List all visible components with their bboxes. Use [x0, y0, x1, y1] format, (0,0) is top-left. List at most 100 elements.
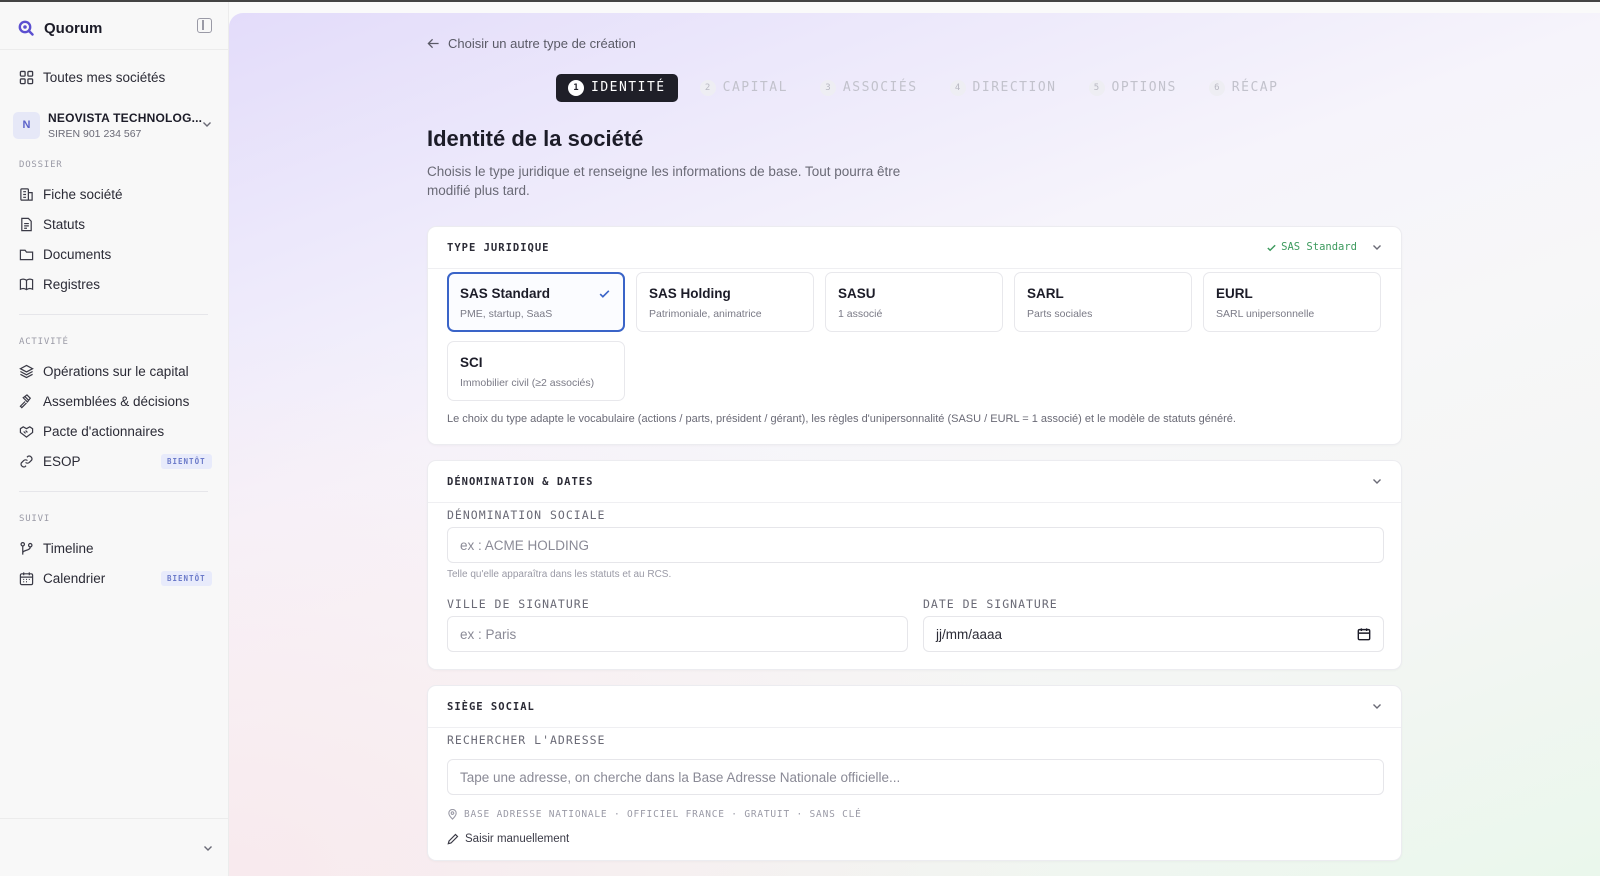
chevron-down-icon[interactable]: [1371, 241, 1383, 253]
selected-type-indicator: SAS Standard: [1266, 241, 1357, 253]
sidebar-item-fiche-societe[interactable]: Fiche société: [19, 183, 123, 205]
layers-icon: [19, 364, 34, 378]
sidebar-item-label: Assemblées & décisions: [43, 393, 190, 409]
quorum-logo-icon: [18, 20, 34, 36]
sidebar-item-all-companies[interactable]: Toutes mes sociétés: [19, 66, 165, 88]
branch-icon: [20, 541, 33, 555]
sidebar-item-registres[interactable]: Registres: [19, 273, 100, 295]
step-number: 3: [819, 79, 836, 96]
page-title: Identité de la société: [427, 126, 644, 151]
step-number: 1: [568, 79, 584, 96]
sidebar-item-documents[interactable]: Documents: [19, 243, 111, 265]
type-option-sci[interactable]: SCI Immobilier civil (≥2 associés): [447, 341, 625, 401]
card-header[interactable]: SIÈGE SOCIAL: [428, 686, 1401, 728]
check-icon: [1267, 244, 1276, 251]
chevron-down-icon: [203, 122, 211, 127]
chevron-down-icon[interactable]: [1371, 700, 1383, 712]
handshake-icon: [19, 425, 34, 438]
type-option-sarl[interactable]: SARL Parts sociales: [1014, 272, 1192, 332]
city-label: VILLE DE SIGNATURE: [447, 597, 590, 611]
calendar-icon[interactable]: [1357, 627, 1371, 641]
gavel-icon: [19, 393, 32, 408]
option-desc: PME, startup, SaaS: [460, 308, 553, 320]
address-search-input[interactable]: [447, 759, 1384, 795]
denomination-label: DÉNOMINATION SOCIALE: [447, 508, 606, 522]
step-number: 6: [1208, 79, 1225, 96]
date-input[interactable]: jj/mm/aaaa: [923, 616, 1384, 652]
card-title: DÉNOMINATION & DATES: [447, 476, 594, 488]
address-source-text: BASE ADRESSE NATIONALE · OFFICIEL FRANCE…: [464, 809, 862, 820]
sidebar-item-assemblees[interactable]: Assemblées & décisions: [19, 390, 189, 412]
main-content: Choisir un autre type de création 1 IDEN…: [229, 13, 1600, 876]
denomination-card: DÉNOMINATION & DATES DÉNOMINATION SOCIAL…: [427, 460, 1402, 670]
step-label: IDENTITÉ: [591, 80, 666, 95]
sidebar: Quorum Toutes mes sociétés N NEOVISTA TE…: [0, 2, 229, 876]
card-title: SIÈGE SOCIAL: [447, 701, 535, 713]
sidebar-item-label: Documents: [43, 246, 112, 262]
company-name: NEOVISTA TECHNOLOG...: [48, 110, 203, 125]
sidebar-item-label: Calendrier: [43, 570, 106, 586]
sidebar-item-label: Statuts: [43, 216, 86, 232]
pencil-icon: [447, 833, 459, 845]
option-desc: Patrimoniale, animatrice: [649, 308, 762, 320]
type-option-sas-standard[interactable]: SAS Standard PME, startup, SaaS: [447, 272, 625, 332]
window-top-border: [0, 0, 1600, 2]
card-header[interactable]: DÉNOMINATION & DATES: [428, 461, 1401, 503]
step-direction[interactable]: 4 DIRECTION: [949, 79, 1057, 96]
step-options[interactable]: 5 OPTIONS: [1088, 79, 1177, 96]
chevron-down-icon[interactable]: [1371, 475, 1383, 487]
denomination-input[interactable]: [447, 527, 1384, 563]
divider: [19, 491, 208, 492]
type-option-sasu[interactable]: SASU 1 associé: [825, 272, 1003, 332]
map-pin-icon: [448, 809, 457, 820]
type-option-sas-holding[interactable]: SAS Holding Patrimoniale, animatrice: [636, 272, 814, 332]
sidebar-item-label: ESOP: [43, 453, 81, 469]
option-name: SCI: [460, 355, 483, 370]
type-option-eurl[interactable]: EURL SARL unipersonnelle: [1203, 272, 1381, 332]
link-icon: [20, 454, 33, 468]
sidebar-item-pacte[interactable]: Pacte d'actionnaires: [19, 420, 164, 442]
step-associes[interactable]: 3 ASSOCIÉS: [819, 79, 918, 96]
sidebar-item-label: Pacte d'actionnaires: [43, 423, 165, 439]
chevron-down-icon[interactable]: [202, 842, 214, 854]
document-icon: [21, 217, 32, 231]
sidebar-item-operations-capital[interactable]: Opérations sur le capital: [19, 360, 189, 382]
denomination-help: Telle qu'elle apparaîtra dans les statut…: [447, 569, 672, 580]
building-icon: [20, 187, 33, 201]
card-title: TYPE JURIDIQUE: [447, 242, 550, 254]
sidebar-item-statuts[interactable]: Statuts: [19, 213, 85, 235]
option-desc: Parts sociales: [1027, 308, 1093, 320]
option-name: SASU: [838, 286, 876, 301]
manual-entry-link[interactable]: Saisir manuellement: [447, 833, 569, 845]
collapse-sidebar-icon[interactable]: [197, 18, 212, 33]
folder-icon: [19, 249, 34, 260]
card-header[interactable]: TYPE JURIDIQUE SAS Standard: [428, 227, 1401, 269]
sidebar-item-esop[interactable]: ESOP: [19, 450, 81, 472]
option-name: SAS Holding: [649, 286, 731, 301]
sidebar-item-label: Registres: [43, 276, 101, 292]
brand[interactable]: Quorum: [18, 18, 102, 38]
option-desc: SARL unipersonnelle: [1216, 308, 1315, 320]
company-switcher[interactable]: N NEOVISTA TECHNOLOG... SIREN 901 234 56…: [13, 106, 217, 144]
back-link[interactable]: Choisir un autre type de création: [427, 36, 636, 51]
divider: [0, 818, 229, 819]
manual-entry-label: Saisir manuellement: [465, 833, 570, 845]
step-label: RÉCAP: [1231, 80, 1279, 95]
app-name: Quorum: [44, 19, 103, 37]
step-identite[interactable]: 1 IDENTITÉ: [556, 73, 678, 102]
sidebar-item-label: Fiche société: [43, 186, 123, 202]
step-capital[interactable]: 2 CAPITAL: [699, 79, 788, 96]
sidebar-item-timeline[interactable]: Timeline: [19, 537, 94, 559]
address-source-info: BASE ADRESSE NATIONALE · OFFICIEL FRANCE…: [447, 809, 862, 820]
arrow-left-icon: [427, 38, 439, 49]
step-recap[interactable]: 6 RÉCAP: [1208, 79, 1279, 96]
company-avatar: N: [13, 111, 40, 139]
sidebar-item-calendrier[interactable]: Calendrier: [19, 567, 105, 589]
book-icon: [19, 278, 34, 290]
type-note: Le choix du type adapte le vocabulaire (…: [447, 413, 1236, 425]
sidebar-item-label: Opérations sur le capital: [43, 363, 189, 379]
option-desc: 1 associé: [838, 308, 883, 320]
type-juridique-card: TYPE JURIDIQUE SAS Standard SAS Standard…: [427, 226, 1402, 445]
city-input[interactable]: [447, 616, 908, 652]
step-number: 4: [949, 79, 966, 96]
